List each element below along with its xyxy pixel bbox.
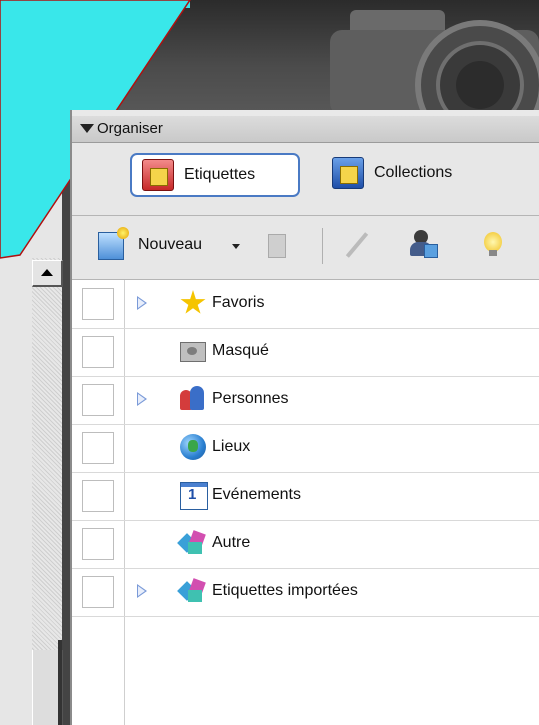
delete-icon[interactable] xyxy=(268,234,286,258)
tab-label: Collections xyxy=(374,164,453,181)
tab-etiquettes[interactable]: Etiquettes xyxy=(130,153,300,197)
tab-collections[interactable]: Collections xyxy=(322,153,492,193)
tag-label: Etiquettes importées xyxy=(212,582,358,599)
expand-triangle-icon[interactable] xyxy=(137,392,147,406)
collapse-triangle-icon[interactable] xyxy=(80,124,94,133)
app-header xyxy=(0,0,539,110)
people-icon xyxy=(180,386,206,412)
tag-label: Favoris xyxy=(212,294,265,311)
hidden-icon xyxy=(180,342,206,362)
new-tag-icon[interactable] xyxy=(98,227,129,260)
list-item-autre[interactable]: Autre xyxy=(72,520,539,569)
tag-label: Lieux xyxy=(212,438,251,455)
tag-checkbox[interactable] xyxy=(82,432,114,464)
tag-label: Autre xyxy=(212,534,251,551)
collection-icon xyxy=(332,157,364,189)
imported-tags-icon xyxy=(177,578,206,604)
organiser-tabs: Etiquettes Collections xyxy=(72,143,539,216)
tag-label: Masqué xyxy=(212,342,269,359)
list-item-lieux[interactable]: Lieux xyxy=(72,424,539,473)
arrow-up-icon xyxy=(41,269,53,276)
tag-checkbox[interactable] xyxy=(82,288,114,320)
tag-label: Personnes xyxy=(212,390,289,407)
selection-overlay-strip xyxy=(0,0,190,8)
calendar-icon xyxy=(180,482,208,510)
edit-icon[interactable] xyxy=(345,232,369,258)
tag-checkbox[interactable] xyxy=(82,336,114,368)
list-item-favoris[interactable]: Favoris xyxy=(72,280,539,329)
bulb-icon[interactable] xyxy=(484,232,502,256)
tag-icon xyxy=(142,159,174,191)
toolbar-separator xyxy=(322,228,323,264)
camera-logo-icon xyxy=(330,10,539,110)
play-arrow-icon xyxy=(6,135,14,149)
tag-checkbox[interactable] xyxy=(82,384,114,416)
tab-label: Etiquettes xyxy=(184,166,256,183)
list-item-etiquettes-importees[interactable]: Etiquettes importées xyxy=(72,568,539,617)
scroll-up-button[interactable] xyxy=(32,260,63,287)
forward-button[interactable] xyxy=(0,118,44,166)
left-panel-divider xyxy=(0,172,62,174)
list-item-masque[interactable]: Masqué xyxy=(72,328,539,377)
organiser-header[interactable]: Organiser xyxy=(72,116,539,143)
organiser-title: Organiser xyxy=(97,120,163,137)
globe-icon xyxy=(180,434,206,460)
tag-checkbox[interactable] xyxy=(82,480,114,512)
other-icon xyxy=(177,530,206,556)
expand-triangle-icon[interactable] xyxy=(137,296,147,310)
tag-checkbox[interactable] xyxy=(82,576,114,608)
star-icon xyxy=(180,290,206,314)
tags-toolbar: Nouveau xyxy=(72,216,539,280)
expand-triangle-icon[interactable] xyxy=(137,584,147,598)
find-faces-icon[interactable] xyxy=(410,230,438,258)
panel-edge xyxy=(58,640,62,725)
tag-checkbox[interactable] xyxy=(82,528,114,560)
list-item-evenements[interactable]: Evénements xyxy=(72,472,539,521)
tags-list: Favoris Masqué Personnes Lieux Evénement… xyxy=(72,280,539,725)
list-item-personnes[interactable]: Personnes xyxy=(72,376,539,425)
tag-label: Evénements xyxy=(212,486,301,503)
dropdown-caret-icon[interactable] xyxy=(232,244,240,249)
new-button[interactable]: Nouveau xyxy=(138,236,202,254)
